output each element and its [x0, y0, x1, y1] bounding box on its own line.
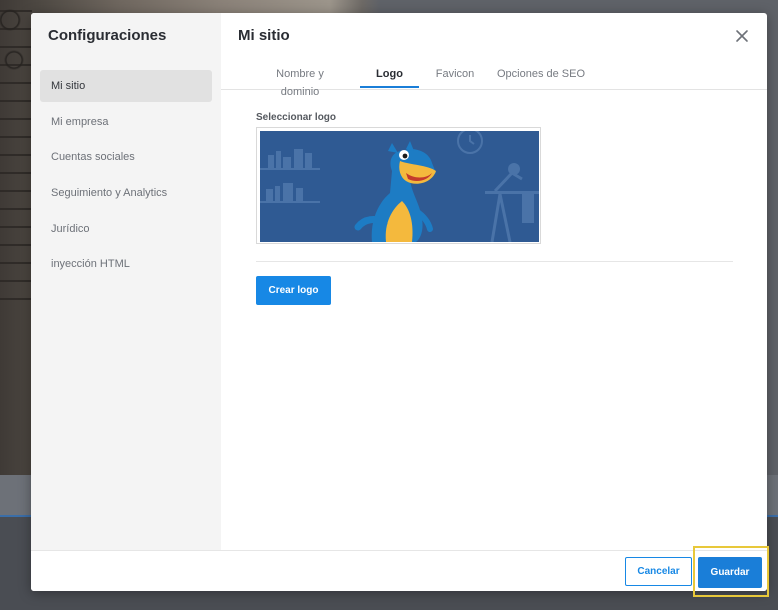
page-title: Mi sitio — [238, 27, 290, 44]
settings-main: Mi sitio Nombre y dominio Logo Favicon O… — [221, 13, 767, 550]
tab-favicon[interactable]: Favicon — [434, 65, 476, 88]
close-button[interactable] — [734, 28, 750, 44]
hostgator-mascot-image — [260, 131, 539, 242]
sidebar-item-seguimiento-analytics[interactable]: Seguimiento y Analytics — [40, 177, 212, 209]
tab-bar: Nombre y dominio Logo Favicon Opciones d… — [221, 65, 767, 98]
logo-label: Seleccionar logo — [256, 112, 337, 123]
dialog-footer: Cancelar Guardar — [31, 550, 767, 591]
sidebar-item-mi-empresa[interactable]: Mi empresa — [40, 106, 212, 138]
background-ornament — [0, 0, 32, 300]
create-logo-button[interactable]: Crear logo — [256, 276, 331, 305]
tab-opciones-seo[interactable]: Opciones de SEO — [496, 65, 586, 88]
tab-nombre-dominio[interactable]: Nombre y dominio — [257, 65, 343, 98]
sidebar-item-juridico[interactable]: Jurídico — [40, 213, 212, 245]
settings-sidebar: Configuraciones Mi sitio Mi empresa Cuen… — [31, 13, 221, 550]
divider — [256, 261, 733, 262]
sidebar-item-mi-sitio[interactable]: Mi sitio — [40, 70, 212, 102]
close-icon — [736, 30, 748, 42]
save-button[interactable]: Guardar — [698, 557, 762, 588]
settings-dialog: Configuraciones Mi sitio Mi empresa Cuen… — [31, 13, 767, 591]
sidebar-item-cuentas-sociales[interactable]: Cuentas sociales — [40, 141, 212, 173]
tab-logo[interactable]: Logo — [360, 65, 419, 88]
cancel-button[interactable]: Cancelar — [625, 557, 692, 586]
logo-picker[interactable] — [256, 127, 541, 244]
sidebar-item-inyeccion-html[interactable]: inyección HTML — [40, 248, 212, 280]
sidebar-title: Configuraciones — [48, 27, 167, 44]
